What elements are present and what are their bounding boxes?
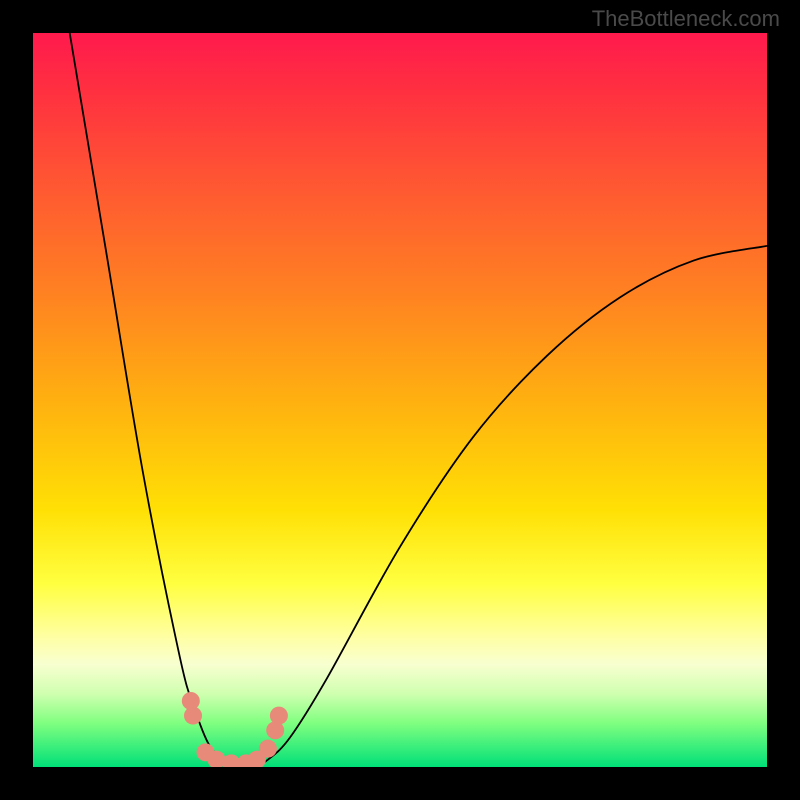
highlight-marker bbox=[270, 707, 288, 725]
chart-plot-area bbox=[33, 33, 767, 767]
highlight-markers bbox=[182, 692, 288, 767]
bottleneck-curve-path bbox=[70, 33, 767, 767]
highlight-marker bbox=[184, 707, 202, 725]
highlight-marker bbox=[259, 740, 277, 758]
watermark-text: TheBottleneck.com bbox=[592, 6, 780, 32]
chart-svg bbox=[33, 33, 767, 767]
